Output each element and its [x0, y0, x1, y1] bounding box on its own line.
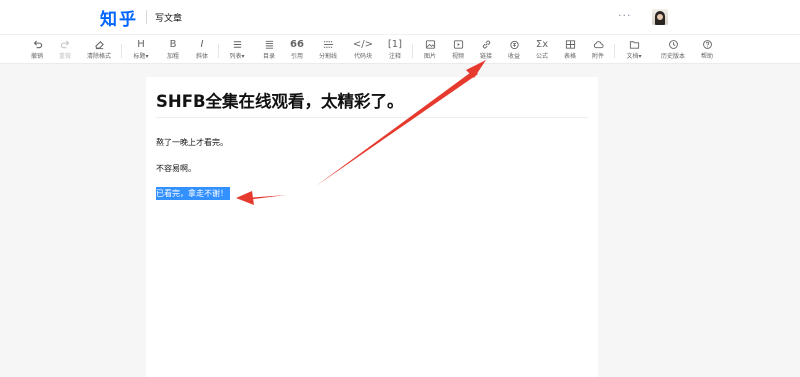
undo-icon	[22, 38, 52, 52]
help-icon	[692, 38, 722, 52]
video-label: 视频	[451, 53, 464, 60]
header-divider	[146, 10, 147, 24]
link-button[interactable]: 链接	[471, 38, 501, 64]
video-button[interactable]: 视频	[443, 38, 473, 64]
italic-icon: I	[200, 39, 204, 50]
link-icon	[471, 38, 501, 52]
toolbar-separator	[218, 44, 219, 58]
editor-toolbar: 撤销 重做 清除格式 H 标题▾ B 加粗 I 斜体 列表▾ 目录 66 引用 …	[0, 34, 800, 64]
title-underline	[156, 117, 588, 118]
list-button[interactable]: 列表▾	[222, 38, 252, 64]
image-button[interactable]: 图片	[415, 38, 445, 64]
image-icon	[415, 38, 445, 52]
code-icon: </>	[352, 39, 374, 50]
footnote-icon: [1]	[387, 39, 403, 50]
redo-label: 重做	[58, 53, 71, 60]
table-icon	[555, 38, 585, 52]
toc-label: 目录	[262, 53, 275, 60]
attachment-button[interactable]: 附件	[583, 38, 613, 64]
toolbar-separator	[412, 44, 413, 58]
article-title[interactable]: SHFB全集在线观看，太精彩了。	[156, 88, 404, 112]
history-label: 历史版本	[660, 53, 685, 60]
code-block-label: 代码块	[353, 53, 372, 60]
table-label: 表格	[563, 53, 576, 60]
code-block-button[interactable]: </> 代码块	[348, 38, 378, 64]
history-button[interactable]: 历史版本	[656, 38, 690, 64]
bold-button[interactable]: B 加粗	[158, 38, 188, 64]
selected-paragraph[interactable]: 已看完，拿走不谢！	[156, 187, 230, 200]
help-label: 帮助	[700, 53, 713, 60]
avatar[interactable]	[652, 9, 668, 25]
divider-button[interactable]: 分割线	[313, 38, 343, 64]
doc-label: 文档▾	[626, 53, 642, 60]
redo-icon	[50, 38, 80, 52]
link-label: 链接	[479, 53, 492, 60]
cloud-icon	[583, 38, 613, 52]
footnote-label: 注释	[388, 53, 401, 60]
bold-label: 加粗	[166, 53, 179, 60]
formula-icon: Σx	[535, 39, 549, 50]
quote-button[interactable]: 66 引用	[282, 38, 312, 64]
eraser-icon	[84, 38, 114, 52]
footnote-button[interactable]: [1] 注释	[380, 38, 410, 64]
divider-icon	[313, 38, 343, 52]
toolbar-separator	[614, 44, 615, 58]
quote-icon: 66	[290, 39, 304, 50]
heading-icon: H	[137, 39, 145, 50]
italic-label: 斜体	[195, 53, 208, 60]
help-button[interactable]: 帮助	[692, 38, 722, 64]
paragraph[interactable]: 熬了一晚上才看完。	[156, 137, 228, 148]
revenue-label: 收益	[507, 53, 520, 60]
italic-button[interactable]: I 斜体	[187, 38, 217, 64]
clock-icon	[656, 38, 690, 52]
undo-label: 撤销	[30, 53, 43, 60]
image-label: 图片	[423, 53, 436, 60]
video-icon	[443, 38, 473, 52]
doc-button[interactable]: 文档▾	[619, 38, 649, 64]
clear-format-label: 清除格式	[86, 53, 111, 60]
clear-format-button[interactable]: 清除格式	[84, 38, 114, 64]
paragraph[interactable]: 不容易啊。	[156, 163, 196, 174]
top-header: 知乎 写文章 ···	[0, 0, 800, 34]
coin-icon	[499, 38, 529, 52]
attachment-label: 附件	[591, 53, 604, 60]
toolbar-separator	[121, 44, 122, 58]
list-icon	[222, 38, 252, 52]
divider-label: 分割线	[318, 53, 337, 60]
revenue-button[interactable]: 收益	[499, 38, 529, 64]
more-icon[interactable]: ···	[618, 9, 632, 22]
table-button[interactable]: 表格	[555, 38, 585, 64]
article-editor[interactable]: SHFB全集在线观看，太精彩了。 熬了一晚上才看完。 不容易啊。 已看完，拿走不…	[146, 77, 598, 377]
zhihu-logo[interactable]: 知乎	[100, 5, 138, 30]
page-title: 写文章	[155, 14, 183, 24]
formula-button[interactable]: Σx 公式	[527, 38, 557, 64]
bold-icon: B	[169, 39, 177, 50]
quote-label: 引用	[290, 53, 303, 60]
toc-icon	[254, 38, 284, 52]
redo-button[interactable]: 重做	[50, 38, 80, 64]
folder-icon	[619, 38, 649, 52]
undo-button[interactable]: 撤销	[22, 38, 52, 64]
toc-button[interactable]: 目录	[254, 38, 284, 64]
list-label: 列表▾	[229, 53, 245, 60]
heading-label: 标题▾	[133, 53, 149, 60]
formula-label: 公式	[535, 53, 548, 60]
heading-button[interactable]: H 标题▾	[126, 38, 156, 64]
